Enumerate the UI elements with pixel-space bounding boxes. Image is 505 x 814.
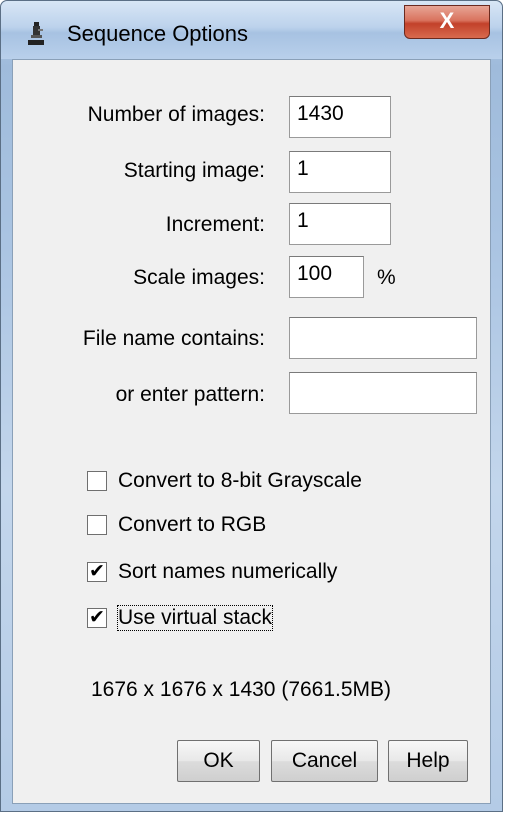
close-icon: X [439, 8, 455, 33]
convert-rgb-checkbox[interactable] [87, 515, 107, 535]
number-of-images-input[interactable]: 1430 [289, 96, 391, 138]
scale-images-label: Scale images: [133, 266, 265, 289]
sort-numerically-label: Sort names numerically [118, 560, 338, 583]
title-bar[interactable]: Sequence Options X [1, 1, 502, 59]
convert-8bit-label: Convert to 8-bit Grayscale [118, 469, 362, 492]
virtual-stack-label: Use virtual stack [116, 605, 274, 631]
file-name-contains-input[interactable] [289, 317, 477, 359]
convert-rgb-label: Convert to RGB [118, 513, 267, 536]
sort-numerically-checkbox[interactable]: ✔ [87, 562, 107, 582]
close-button[interactable]: X [404, 5, 490, 39]
microscope-icon [28, 22, 44, 45]
file-name-contains-label: File name contains: [82, 327, 265, 350]
ok-button[interactable]: OK [177, 740, 260, 782]
stack-size-info: 1676 x 1676 x 1430 (7661.5MB) [91, 678, 392, 701]
dialog-body: Number of images: 1430 Starting image: 1… [12, 59, 491, 804]
virtual-stack-checkbox[interactable]: ✔ [87, 608, 107, 628]
increment-label: Increment: [165, 213, 265, 236]
starting-image-label: Starting image: [123, 159, 265, 182]
window-title: Sequence Options [67, 21, 249, 46]
increment-input[interactable]: 1 [289, 203, 391, 245]
help-button[interactable]: Help [388, 740, 468, 782]
sequence-options-window: Sequence Options X Number of images: 143… [0, 0, 503, 812]
starting-image-input[interactable]: 1 [289, 151, 391, 193]
scale-percent-unit: % [377, 266, 396, 289]
enter-pattern-label: or enter pattern: [115, 383, 265, 406]
scale-images-input[interactable]: 100 [289, 256, 364, 298]
cancel-button[interactable]: Cancel [271, 740, 378, 782]
enter-pattern-input[interactable] [289, 372, 477, 414]
number-of-images-label: Number of images: [87, 103, 265, 126]
convert-8bit-checkbox[interactable] [87, 471, 107, 491]
